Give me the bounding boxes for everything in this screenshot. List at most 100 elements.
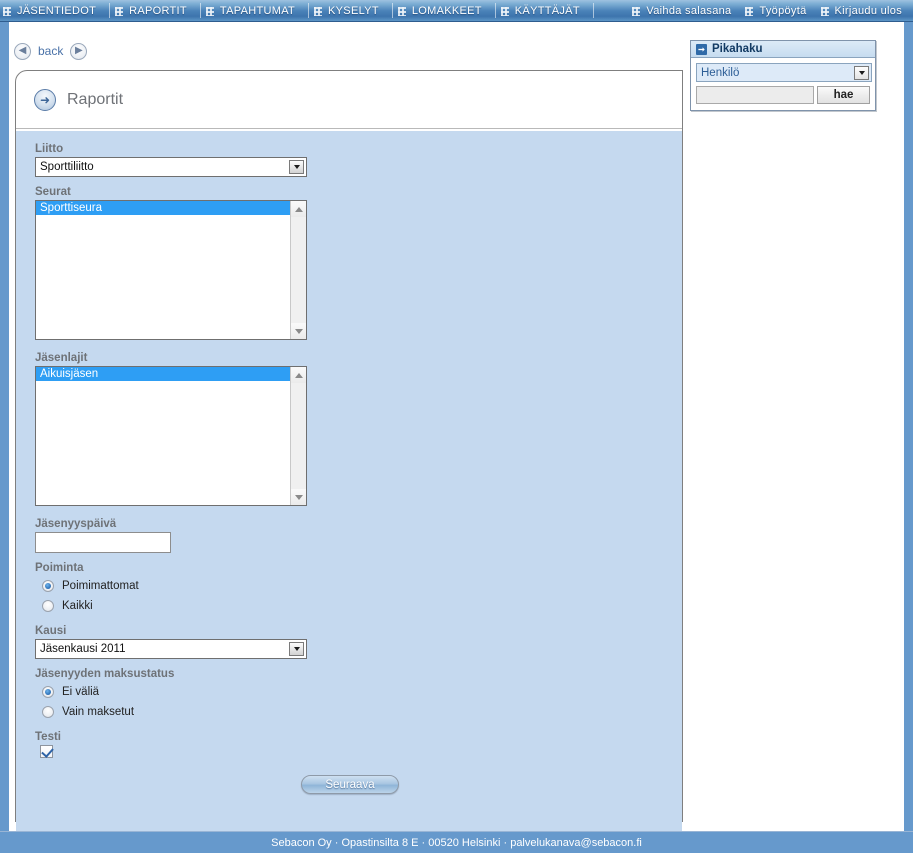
radio-icon[interactable] (42, 686, 54, 698)
nav-item-label: JÄSENTIEDOT (17, 5, 97, 17)
grip-dots-icon (632, 6, 641, 16)
grip-dots-icon (500, 6, 509, 16)
quick-search-body: Henkilö hae (691, 58, 875, 110)
liitto-select[interactable]: Sporttiliitto (35, 157, 307, 177)
quick-search-type-select[interactable]: Henkilö (696, 63, 872, 82)
nav-item-kyselyt[interactable]: KYSELYT (311, 0, 390, 22)
list-item[interactable]: Aikuisjäsen (36, 367, 306, 381)
liitto-selected-value: Sporttiliitto (40, 161, 94, 173)
seurat-label: Seurat (35, 186, 71, 198)
field-seurat: Seurat Sporttiseura (35, 186, 682, 340)
scroll-down-icon[interactable] (291, 323, 306, 339)
nav-separator (109, 3, 111, 18)
quick-search-button[interactable]: hae (817, 86, 870, 104)
field-jasenyyspaiva: Jäsenyyspäivä (35, 518, 682, 553)
nav-item-label: LOMAKKEET (411, 5, 482, 17)
nav-separator (592, 3, 594, 18)
radio-label: Ei väliä (62, 686, 100, 698)
nav-item-vaihda-salasana[interactable]: Vaihda salasana (629, 0, 742, 22)
nav-item-kayttajat[interactable]: KÄYTTÄJÄT (498, 0, 591, 22)
chevron-down-icon[interactable] (854, 66, 869, 80)
grip-dots-icon (397, 6, 406, 16)
field-poiminta: Poiminta Poimimattomat Kaikki (35, 562, 682, 616)
radio-label: Kaikki (62, 600, 93, 612)
left-rail (0, 22, 9, 853)
footer-text: Sebacon Oy · Opastinsilta 8 E · 00520 He… (271, 836, 642, 849)
radio-poimimattomat[interactable]: Poimimattomat (42, 576, 682, 596)
nav-separator (494, 3, 496, 18)
jasenlajit-label: Jäsenlajit (35, 352, 88, 364)
report-filter-form: Liitto Sporttiliitto Seurat Sporttiseura (16, 130, 682, 853)
top-navigation-bar: JÄSENTIEDOT RAPORTIT TAPAHTUMAT KYSELYT … (0, 0, 913, 22)
jasenyyspaiva-label: Jäsenyyspäivä (35, 518, 117, 530)
kausi-select[interactable]: Jäsenkausi 2011 (35, 639, 307, 659)
field-jasenlajit: Jäsenlajit Aikuisjäsen (35, 352, 682, 506)
radio-label: Vain maksetut (62, 706, 135, 718)
nav-item-tyopoyta[interactable]: Työpöytä (742, 0, 817, 22)
field-kausi: Kausi Jäsenkausi 2011 (35, 625, 682, 659)
quick-search-titlebar: ➞ Pikahaku (691, 41, 875, 58)
right-rail-inner (899, 22, 904, 853)
scroll-down-icon[interactable] (291, 489, 306, 505)
submit-row: Seuraava (35, 775, 665, 794)
nav-item-label: Kirjaudu ulos (834, 5, 902, 17)
page-title: Raportit (67, 90, 124, 108)
scroll-up-icon[interactable] (291, 367, 306, 383)
radio-icon[interactable] (42, 600, 54, 612)
arrow-right-badge-icon: ➞ (696, 43, 707, 55)
nav-item-kirjaudu-ulos[interactable]: Kirjaudu ulos (818, 0, 913, 22)
nav-separator (391, 3, 393, 18)
maksustatus-label: Jäsenyyden maksustatus (35, 668, 175, 680)
quick-search-panel: ➞ Pikahaku Henkilö hae (690, 40, 876, 111)
nav-item-raportit[interactable]: RAPORTIT (112, 0, 198, 22)
nav-item-label: TAPAHTUMAT (219, 5, 296, 17)
arrow-left-icon[interactable]: ◀ (14, 42, 31, 60)
nav-item-lomakkeet[interactable]: LOMAKKEET (395, 0, 493, 22)
scroll-up-icon[interactable] (291, 201, 306, 217)
nav-item-tapahtumat[interactable]: TAPAHTUMAT (203, 0, 306, 22)
jasenlajit-scrollbar[interactable] (290, 367, 306, 505)
kausi-label: Kausi (35, 625, 67, 637)
radio-ei-valia[interactable]: Ei väliä (42, 682, 682, 702)
nav-item-label: KÄYTTÄJÄT (514, 5, 580, 17)
page-footer: Sebacon Oy · Opastinsilta 8 E · 00520 He… (0, 831, 913, 853)
jasenyyspaiva-input[interactable] (35, 532, 171, 553)
list-item[interactable]: Sporttiseura (36, 201, 306, 215)
nav-item-jasentiedot[interactable]: JÄSENTIEDOT (0, 0, 107, 22)
poiminta-label: Poiminta (35, 562, 84, 574)
account-nav-group: Vaihda salasana Työpöytä Kirjaudu ulos (629, 0, 913, 21)
seuraava-button[interactable]: Seuraava (301, 775, 399, 794)
chevron-down-icon[interactable] (289, 642, 304, 656)
nav-item-label: RAPORTIT (129, 5, 187, 17)
chevron-down-icon[interactable] (289, 160, 304, 174)
grip-dots-icon (3, 6, 11, 16)
seurat-scrollbar[interactable] (290, 201, 306, 339)
field-liitto: Liitto Sporttiliitto (35, 143, 682, 177)
page-root: JÄSENTIEDOT RAPORTIT TAPAHTUMAT KYSELYT … (0, 0, 913, 853)
radio-vain-maksetut[interactable]: Vain maksetut (42, 702, 682, 722)
radio-icon[interactable] (42, 706, 54, 718)
arrow-right-icon[interactable]: ▶ (70, 42, 88, 60)
nav-item-label: Työpöytä (759, 5, 807, 17)
jasenlajit-listbox[interactable]: Aikuisjäsen (35, 366, 307, 506)
quick-search-input[interactable] (696, 86, 814, 104)
seurat-listbox[interactable]: Sporttiseura (35, 200, 307, 340)
back-link[interactable]: back (38, 44, 63, 58)
liitto-label: Liitto (35, 143, 64, 155)
radio-label: Poimimattomat (62, 580, 139, 592)
content-card: ➜ Raportit Liitto Sporttiliitto Seurat S… (15, 70, 683, 853)
primary-nav-group: JÄSENTIEDOT RAPORTIT TAPAHTUMAT KYSELYT … (0, 0, 596, 21)
field-testi: Testi (35, 731, 682, 758)
quick-search-row: hae (696, 86, 870, 104)
nav-separator (308, 3, 310, 18)
radio-kaikki[interactable]: Kaikki (42, 596, 682, 616)
radio-icon[interactable] (42, 580, 54, 592)
grip-dots-icon (205, 6, 214, 16)
testi-checkbox[interactable] (40, 745, 53, 758)
field-maksustatus: Jäsenyyden maksustatus Ei väliä Vain mak… (35, 668, 682, 722)
grip-dots-icon (820, 6, 829, 16)
grip-dots-icon (115, 6, 124, 16)
breadcrumb-back-bar: ◀ back ▶ (14, 38, 88, 64)
grip-dots-icon (745, 6, 754, 16)
